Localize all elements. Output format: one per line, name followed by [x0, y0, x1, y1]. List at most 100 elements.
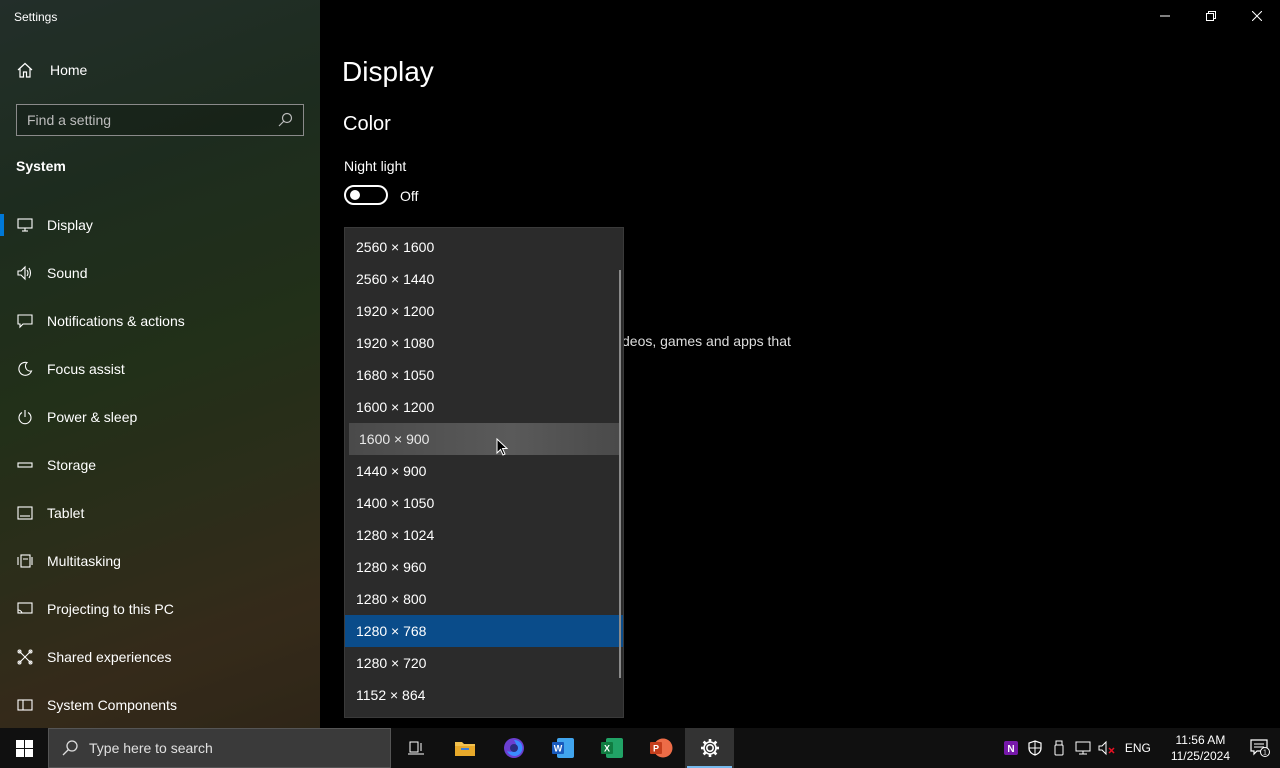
powerpoint-icon[interactable]: P: [636, 728, 685, 768]
svg-text:W: W: [553, 744, 562, 754]
start-button[interactable]: [0, 728, 48, 768]
search-icon[interactable]: [277, 112, 293, 128]
taskbar: Type here to search W X P N ENG 11:56 AM…: [0, 728, 1280, 768]
search-input[interactable]: [27, 112, 277, 128]
search-icon: [62, 740, 78, 756]
color-heading: Color: [343, 113, 391, 135]
onenote-icon[interactable]: N: [999, 728, 1023, 768]
hdr-description-text: deos, games and apps that: [622, 333, 791, 349]
home-label: Home: [50, 62, 88, 78]
home-icon: [16, 62, 34, 78]
night-light-toggle[interactable]: [344, 185, 388, 205]
language-indicator[interactable]: ENG: [1125, 741, 1151, 755]
windows-logo-icon: [15, 739, 33, 757]
home-link[interactable]: Home: [16, 62, 87, 78]
resolution-option[interactable]: 1440 × 900: [345, 455, 623, 487]
resolution-option[interactable]: 1920 × 1080: [345, 327, 623, 359]
section-label-system: System: [16, 158, 66, 174]
app-title: Settings: [14, 10, 58, 24]
monitor-icon: [16, 216, 34, 234]
taskbar-apps: W X P: [391, 728, 734, 768]
message-icon: [16, 312, 34, 330]
night-light-state: Off: [400, 188, 419, 204]
resolution-option-hovered[interactable]: 1600 × 900: [349, 423, 619, 455]
sidebar-item-label: Shared experiences: [47, 649, 172, 665]
taskbar-search-placeholder: Type here to search: [89, 740, 213, 756]
sidebar-item-label: Focus assist: [47, 361, 125, 377]
sidebar-item-label: Display: [47, 217, 93, 233]
resolution-option[interactable]: 1600 × 1200: [345, 391, 623, 423]
sidebar-item-shared-experiences[interactable]: Shared experiences: [0, 633, 320, 681]
resolution-option[interactable]: 1280 × 960: [345, 551, 623, 583]
resolution-option[interactable]: 1400 × 1050: [345, 487, 623, 519]
dropdown-scrollbar[interactable]: [619, 270, 621, 678]
task-view-icon[interactable]: [391, 728, 440, 768]
firefox-icon[interactable]: [489, 728, 538, 768]
sidebar-item-label: System Components: [47, 697, 177, 713]
resolution-option[interactable]: 1280 × 720: [345, 647, 623, 679]
excel-icon[interactable]: X: [587, 728, 636, 768]
restore-button[interactable]: [1188, 0, 1234, 32]
network-icon[interactable]: [1071, 728, 1095, 768]
sidebar-item-label: Multitasking: [47, 553, 121, 569]
window-controls: [1142, 0, 1280, 32]
sidebar-item-tablet[interactable]: Tablet: [0, 489, 320, 537]
resolution-option[interactable]: 1920 × 1200: [345, 295, 623, 327]
volume-muted-icon[interactable]: [1095, 728, 1119, 768]
svg-text:N: N: [1007, 744, 1014, 755]
power-icon: [16, 408, 34, 426]
notification-count: 1: [1263, 750, 1267, 757]
resolution-option[interactable]: 2560 × 1440: [345, 263, 623, 295]
shared-icon: [16, 648, 34, 666]
taskbar-search-box[interactable]: Type here to search: [48, 728, 391, 768]
resolution-option[interactable]: 2560 × 1600: [345, 231, 623, 263]
resolution-option[interactable]: 1280 × 800: [345, 583, 623, 615]
resolution-option-selected[interactable]: 1280 × 768: [345, 615, 623, 647]
clock[interactable]: 11:56 AM 11/25/2024: [1171, 732, 1230, 764]
page-title: Display: [342, 56, 434, 87]
storage-icon: [16, 456, 34, 474]
sidebar-item-label: Notifications & actions: [47, 313, 185, 329]
sidebar-item-system-components[interactable]: System Components: [0, 681, 320, 729]
close-button[interactable]: [1234, 0, 1280, 32]
resolution-option[interactable]: 1152 × 864: [345, 679, 623, 711]
svg-text:X: X: [603, 744, 609, 754]
sidebar-item-multitasking[interactable]: Multitasking: [0, 537, 320, 585]
sidebar-item-projecting[interactable]: Projecting to this PC: [0, 585, 320, 633]
file-explorer-icon[interactable]: [440, 728, 489, 768]
security-shield-icon[interactable]: [1023, 728, 1047, 768]
action-center-button[interactable]: 1: [1240, 728, 1280, 768]
resolution-option[interactable]: 1280 × 1024: [345, 519, 623, 551]
sidebar-item-storage[interactable]: Storage: [0, 441, 320, 489]
usb-device-icon[interactable]: [1047, 728, 1071, 768]
sidebar-item-display[interactable]: Display: [0, 201, 320, 249]
sidebar-item-power-sleep[interactable]: Power & sleep: [0, 393, 320, 441]
multitasking-icon: [16, 552, 34, 570]
moon-icon: [16, 360, 34, 378]
settings-window: Settings Home System Display Sound: [0, 0, 1280, 728]
night-light-label: Night light: [344, 158, 407, 174]
svg-text:P: P: [652, 744, 658, 754]
sidebar-nav: Display Sound Notifications & actions Fo…: [0, 201, 320, 729]
sidebar-item-label: Projecting to this PC: [47, 601, 174, 617]
sidebar: Settings Home System Display Sound: [0, 0, 320, 728]
sidebar-item-notifications[interactable]: Notifications & actions: [0, 297, 320, 345]
notification-icon: 1: [1250, 739, 1270, 757]
resolution-dropdown-list[interactable]: 2560 × 1600 2560 × 1440 1920 × 1200 1920…: [344, 227, 624, 718]
components-icon: [16, 696, 34, 714]
sidebar-item-sound[interactable]: Sound: [0, 249, 320, 297]
sidebar-item-focus-assist[interactable]: Focus assist: [0, 345, 320, 393]
settings-icon[interactable]: [685, 728, 734, 768]
sidebar-item-label: Power & sleep: [47, 409, 138, 425]
tablet-icon: [16, 504, 34, 522]
minimize-button[interactable]: [1142, 0, 1188, 32]
resolution-option[interactable]: 1680 × 1050: [345, 359, 623, 391]
word-icon[interactable]: W: [538, 728, 587, 768]
find-setting-search[interactable]: [16, 104, 304, 136]
system-tray: N ENG 11:56 AM 11/25/2024 1: [999, 728, 1280, 768]
toggle-knob: [350, 190, 360, 200]
projecting-icon: [16, 600, 34, 618]
sidebar-item-label: Tablet: [47, 505, 85, 521]
clock-time: 11:56 AM: [1175, 733, 1226, 747]
speaker-icon: [16, 264, 34, 282]
